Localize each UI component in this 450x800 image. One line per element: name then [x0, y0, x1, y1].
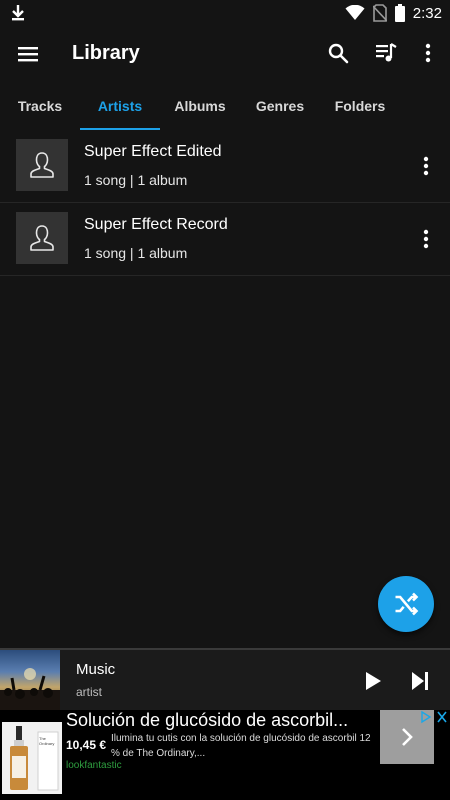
menu-icon[interactable]: [16, 42, 40, 66]
queue-music-icon[interactable]: [374, 41, 398, 65]
artist-row[interactable]: Super Effect Edited 1 song | 1 album: [0, 130, 450, 203]
skip-next-icon[interactable]: [408, 669, 432, 693]
artist-avatar: [16, 212, 68, 264]
ad-choices-icon[interactable]: [418, 710, 450, 724]
artist-row[interactable]: Super Effect Record 1 song | 1 album: [0, 203, 450, 276]
app-toolbar: Library: [0, 26, 450, 82]
now-playing-bar[interactable]: Music artist: [0, 648, 450, 712]
page-title: Library: [72, 42, 140, 64]
now-playing-artist: artist: [76, 685, 103, 699]
search-icon[interactable]: [326, 41, 350, 65]
ad-price: 10,45 €: [66, 738, 107, 752]
chevron-right-icon: [402, 728, 413, 746]
status-time: 2:32: [412, 4, 442, 22]
download-icon: [12, 5, 24, 21]
more-vert-icon[interactable]: [416, 41, 440, 65]
artist-list: Super Effect Edited 1 song | 1 album Sup…: [0, 130, 450, 276]
battery-icon: [394, 4, 405, 22]
person-icon: [30, 152, 54, 178]
album-art: [0, 650, 60, 712]
ad-headline[interactable]: Solución de glucósido de ascorbil...: [66, 710, 376, 731]
artist-meta: 1 song | 1 album: [84, 172, 188, 188]
artist-name: Super Effect Record: [84, 216, 228, 233]
tab-tracks[interactable]: Tracks: [0, 82, 80, 130]
tab-albums[interactable]: Albums: [160, 82, 240, 130]
ad-product-label: The Ordinary: [39, 736, 55, 746]
ad-banner[interactable]: The Ordinary Solución de glucósido de as…: [0, 710, 450, 800]
artist-avatar: [16, 139, 68, 191]
library-tabs: Tracks Artists Albums Genres Folders: [0, 82, 450, 130]
more-vert-icon[interactable]: [414, 154, 438, 178]
tab-artists[interactable]: Artists: [80, 82, 160, 130]
ad-product-image: The Ordinary: [2, 722, 62, 794]
play-icon[interactable]: [360, 669, 384, 693]
tab-folders[interactable]: Folders: [320, 82, 400, 130]
shuffle-button[interactable]: [378, 576, 434, 632]
artist-meta: 1 song | 1 album: [84, 245, 188, 261]
ad-description: Ilumina tu cutis con la solución de gluc…: [111, 733, 371, 759]
no-sim-icon: [372, 4, 387, 22]
wifi-icon: [345, 5, 365, 20]
tab-genres[interactable]: Genres: [240, 82, 320, 130]
ad-brand[interactable]: lookfantastic: [66, 760, 122, 771]
now-playing-title: Music: [76, 661, 116, 678]
status-bar: 2:32: [0, 0, 450, 26]
person-icon: [30, 225, 54, 251]
artist-name: Super Effect Edited: [84, 143, 222, 160]
shuffle-icon: [395, 592, 419, 616]
more-vert-icon[interactable]: [414, 227, 438, 251]
